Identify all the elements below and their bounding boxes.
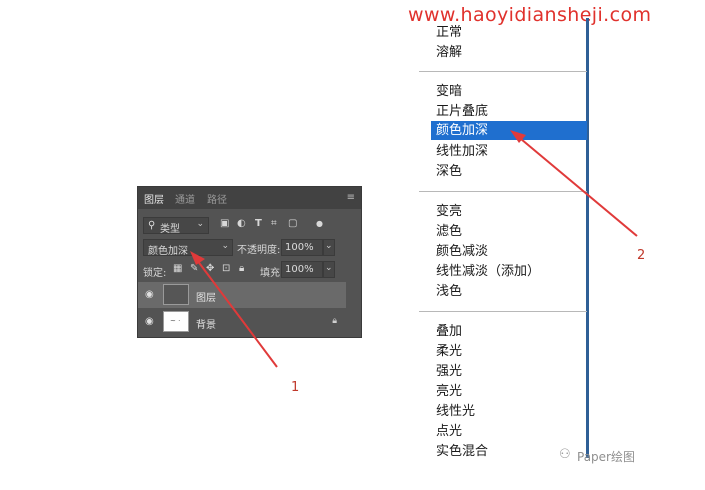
wechat-icon: ⚇ [559, 447, 571, 462]
annotation-arrows [190, 130, 638, 368]
annotation-label-1: 1 [291, 380, 300, 395]
arrow-1 [190, 251, 278, 368]
annotation-label-2: 2 [637, 248, 646, 263]
credit-text: Paper绘图 [577, 450, 635, 464]
arrow-2 [510, 130, 638, 237]
